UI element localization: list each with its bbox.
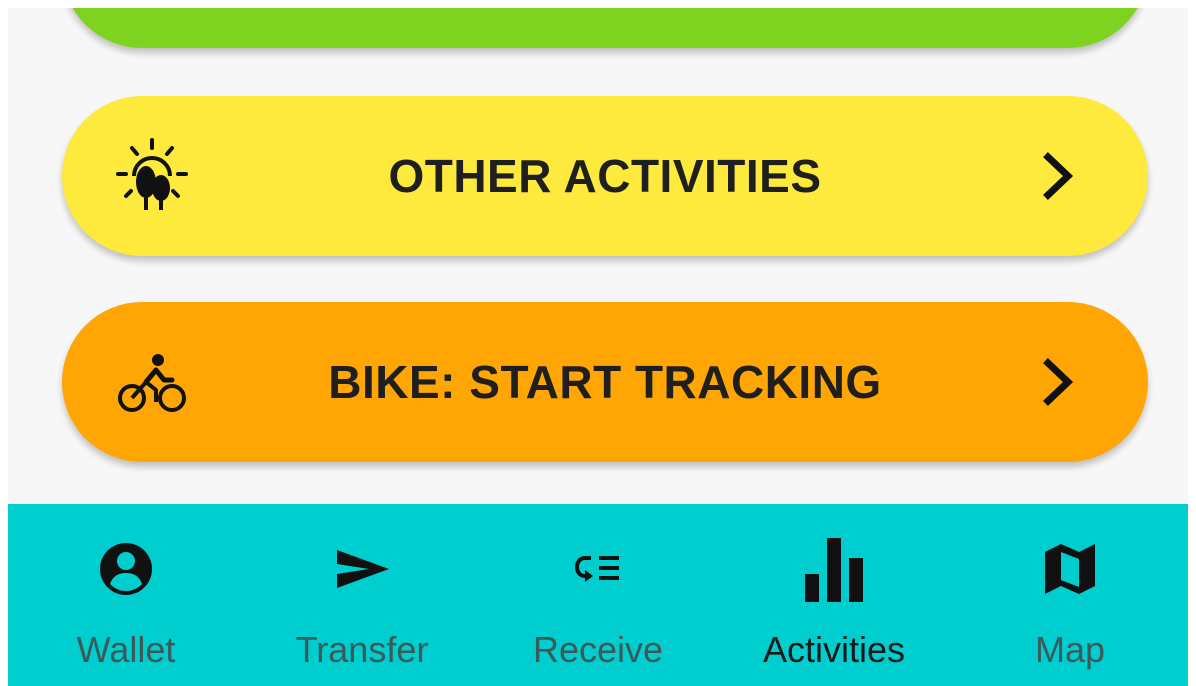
nav-item-receive[interactable]: Receive: [480, 504, 716, 686]
nav-item-transfer[interactable]: Transfer: [244, 504, 480, 686]
chevron-right-icon: [1043, 152, 1074, 200]
nav-label-map: Map: [1034, 629, 1106, 670]
receive-icon: [574, 556, 619, 582]
send-icon: [337, 550, 389, 588]
nav-item-wallet[interactable]: Wallet: [8, 504, 244, 686]
nav-label-wallet: Wallet: [76, 629, 176, 670]
account-circle-icon: [100, 543, 152, 595]
nav-item-activities[interactable]: Activities: [716, 504, 952, 686]
bottom-navigation-bar: Wallet Transfer Receive Activities Map: [8, 504, 1188, 686]
nav-item-map[interactable]: Map: [952, 504, 1188, 686]
bar-chart-icon: [805, 538, 863, 602]
bike-start-tracking-card[interactable]: BIKE: START TRACKING: [62, 302, 1148, 462]
other-activities-label: OTHER ACTIVITIES: [388, 150, 822, 202]
nav-label-activities: Activities: [762, 629, 906, 670]
activity-card-green[interactable]: [62, 8, 1148, 48]
nav-label-transfer: Transfer: [295, 629, 429, 670]
bike-start-tracking-label: BIKE: START TRACKING: [328, 356, 882, 408]
other-activities-card[interactable]: OTHER ACTIVITIES: [62, 96, 1148, 256]
activities-screen: OTHER ACTIVITIES BIKE: START TRACKING Wa…: [8, 8, 1188, 686]
map-icon: [1045, 544, 1095, 594]
nav-label-receive: Receive: [532, 629, 664, 670]
chevron-right-icon: [1043, 358, 1074, 406]
